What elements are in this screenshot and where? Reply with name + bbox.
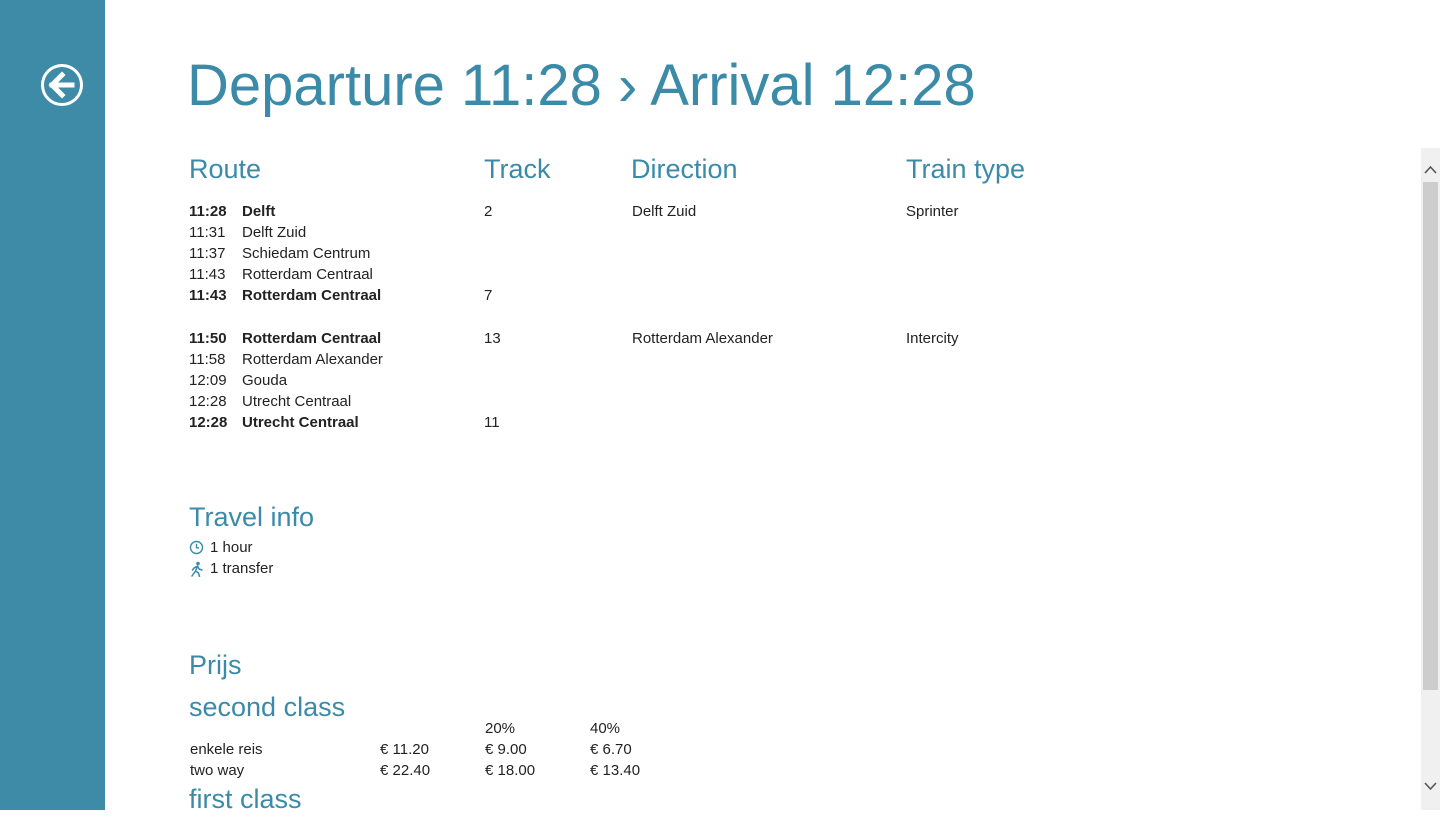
stop-time: 11:50 [189, 330, 227, 347]
stop-time: 11:43 [189, 266, 226, 283]
stop-track: 2 [484, 203, 493, 220]
back-arrow-icon [41, 64, 83, 106]
price-20: € 9.00 [485, 741, 527, 758]
price-row-label: enkele reis [190, 741, 263, 758]
clock-icon [189, 540, 204, 555]
back-button[interactable] [40, 63, 84, 107]
track-header: Track [484, 154, 551, 184]
travel-info-heading: Travel info [189, 502, 315, 532]
travel-transfers-text: 1 transfer [210, 560, 274, 577]
stop-time: 11:28 [189, 203, 227, 220]
discount-20-header: 20% [485, 720, 516, 737]
travel-transfers: 1 transfer [189, 560, 273, 577]
stop-time: 12:28 [189, 414, 228, 431]
price-row-label: two way [190, 762, 245, 779]
route-header: Route [189, 154, 262, 184]
leg-train-type: Sprinter [906, 203, 959, 220]
scroll-thumb[interactable] [1423, 182, 1438, 690]
price-40: € 13.40 [590, 762, 641, 779]
chevron-down-icon [1424, 782, 1437, 791]
stop-time: 12:28 [189, 393, 227, 410]
travel-duration: 1 hour [189, 539, 253, 556]
first-class-heading: first class [189, 784, 302, 814]
travel-duration-text: 1 hour [210, 539, 253, 556]
stop-time: 11:31 [189, 224, 226, 241]
train-type-header: Train type [906, 154, 1026, 184]
scroll-down-button[interactable] [1421, 776, 1440, 796]
stop-time: 12:09 [189, 372, 227, 389]
walking-person-icon [191, 561, 203, 577]
stop-time: 11:58 [189, 351, 226, 368]
price-heading: Prijs [189, 650, 242, 680]
stop-station: Delft Zuid [242, 224, 307, 241]
stop-track: 13 [484, 330, 501, 347]
scroll-up-button[interactable] [1421, 160, 1440, 180]
stop-time: 11:37 [189, 245, 226, 262]
stop-station: Utrecht Centraal [242, 414, 359, 431]
price-40: € 6.70 [590, 741, 632, 758]
stop-station: Rotterdam Centraal [242, 287, 382, 304]
direction-header: Direction [631, 154, 738, 184]
price-20: € 18.00 [485, 762, 536, 779]
stop-station: Utrecht Centraal [242, 393, 352, 410]
chevron-up-icon [1424, 165, 1437, 174]
stop-time: 11:43 [189, 287, 227, 304]
leg-direction: Delft Zuid [632, 203, 697, 220]
price-full: € 22.40 [380, 762, 431, 779]
stop-station: Gouda [242, 372, 288, 389]
stop-track: 7 [484, 287, 493, 304]
discount-40-header: 40% [590, 720, 621, 737]
stop-station: Rotterdam Centraal [242, 266, 373, 283]
stop-station: Rotterdam Centraal [242, 330, 382, 347]
second-class-heading: second class [189, 692, 346, 722]
stop-station: Schiedam Centrum [242, 245, 371, 262]
page-title: Departure 11:28 › Arrival 12:28 [187, 53, 976, 118]
leg-train-type: Intercity [906, 330, 959, 347]
stop-station: Rotterdam Alexander [242, 351, 383, 368]
leg-direction: Rotterdam Alexander [632, 330, 773, 347]
stop-station: Delft [242, 203, 276, 220]
stop-track: 11 [484, 414, 500, 431]
vertical-scrollbar[interactable] [1421, 148, 1440, 810]
price-full: € 11.20 [380, 741, 429, 758]
sidebar [0, 0, 105, 810]
